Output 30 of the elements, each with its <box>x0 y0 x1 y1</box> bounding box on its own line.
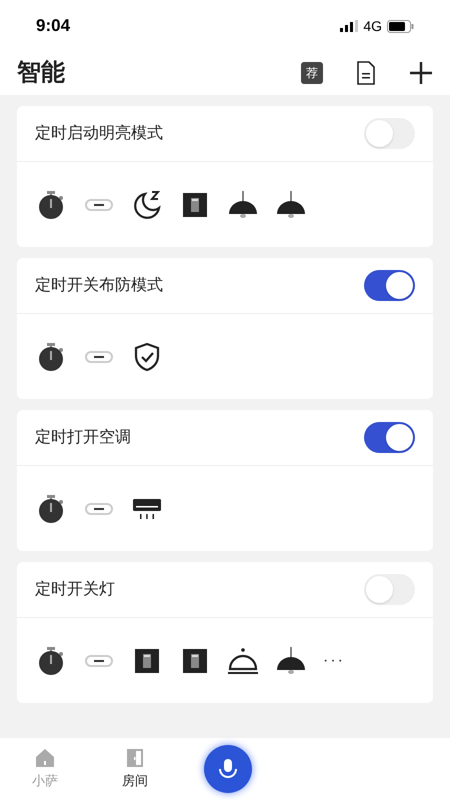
voice-button[interactable] <box>204 745 252 793</box>
signal-icon <box>340 20 358 32</box>
scene-title: 定时开关灯 <box>35 580 115 600</box>
pendant-lamp-icon <box>275 188 307 220</box>
add-icon[interactable] <box>409 60 433 84</box>
scene-card[interactable]: 定时打开空调 <box>17 410 433 551</box>
document-icon[interactable] <box>355 60 377 84</box>
scene-card[interactable]: 定时启动明亮模式 <box>17 106 433 247</box>
toggle-switch[interactable] <box>364 118 415 149</box>
scene-title: 定时启动明亮模式 <box>35 124 163 144</box>
toggle-switch[interactable] <box>364 422 415 453</box>
more-text[interactable]: ··· <box>323 648 345 672</box>
pendant-lamp-icon <box>275 644 307 676</box>
door-icon <box>124 747 146 770</box>
scene-card[interactable]: 定时开关灯 ··· <box>17 562 433 703</box>
toggle-switch[interactable] <box>364 270 415 301</box>
scene-card[interactable]: 定时开关布防模式 <box>17 258 433 399</box>
microphone-icon <box>216 757 240 781</box>
status-time: 9:04 <box>36 15 70 38</box>
pendant-lamp-icon <box>227 188 259 220</box>
page-title: 智能 <box>17 58 66 88</box>
tab-item[interactable]: 房间 <box>90 747 180 791</box>
network-label: 4G <box>363 16 382 36</box>
scene-title: 定时开关布防模式 <box>35 276 163 296</box>
toggle-switch[interactable] <box>364 574 415 605</box>
battery-icon <box>387 20 414 32</box>
home-icon <box>34 747 56 770</box>
moon-icon <box>131 188 163 220</box>
recommend-button[interactable]: 荐 <box>301 62 323 84</box>
scene-title: 定时打开空调 <box>35 428 131 448</box>
